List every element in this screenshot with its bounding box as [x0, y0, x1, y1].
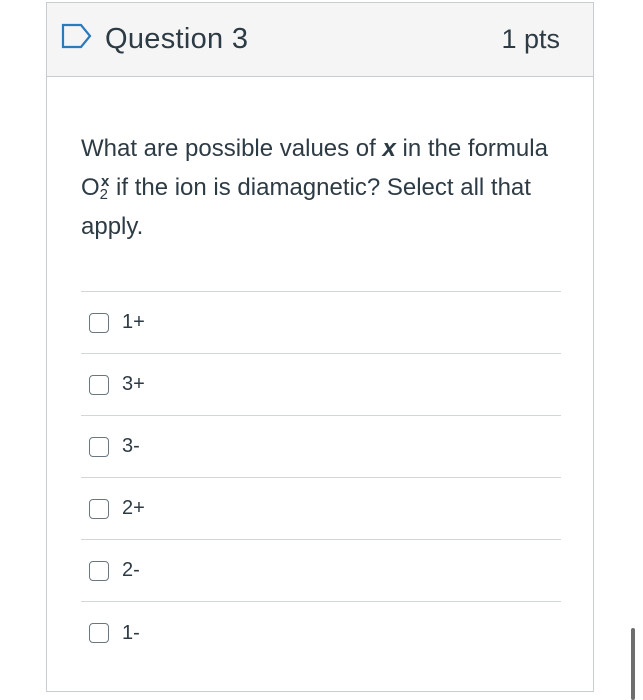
answer-label: 3+: [122, 373, 145, 395]
question-variable: x: [382, 135, 396, 162]
answer-checkbox[interactable]: [89, 623, 109, 643]
question-text: What are possible values of x in the for…: [81, 129, 559, 246]
answer-checkbox[interactable]: [89, 312, 109, 333]
question-header: Question 3 1 pts: [47, 3, 593, 77]
answer-option[interactable]: 1-: [81, 602, 561, 664]
answer-label: 1-: [122, 621, 140, 644]
question-title: Question 3: [105, 23, 249, 55]
answer-checkbox[interactable]: [89, 498, 109, 519]
answer-option[interactable]: 1+: [81, 292, 561, 354]
answer-list: 1+ 3+ 3- 2+ 2- 1-: [81, 291, 561, 664]
answer-label: 1+: [122, 311, 145, 333]
answer-checkbox[interactable]: [89, 560, 109, 581]
flag-question-icon[interactable]: [61, 23, 93, 49]
quiz-page: Question 3 1 pts What are possible value…: [0, 0, 643, 700]
answer-label: 3-: [122, 435, 140, 457]
answer-option[interactable]: 2-: [81, 540, 561, 602]
question-card: Question 3 1 pts What are possible value…: [46, 2, 594, 692]
answer-option[interactable]: 3+: [81, 354, 561, 416]
scrollbar-thumb[interactable]: [631, 628, 635, 700]
answer-checkbox[interactable]: [89, 374, 109, 395]
answer-label: 2-: [122, 559, 140, 581]
answer-option[interactable]: 2+: [81, 478, 561, 540]
question-text-part: What are possible values of: [81, 135, 383, 162]
question-text-part: if the ion is diamagnetic? Select all th…: [81, 174, 531, 240]
answer-checkbox[interactable]: [89, 436, 109, 457]
answer-option[interactable]: 3-: [81, 416, 561, 478]
answer-label: 2+: [122, 497, 145, 519]
question-body: What are possible values of x in the for…: [47, 77, 593, 664]
question-points: 1 pts: [501, 24, 560, 54]
